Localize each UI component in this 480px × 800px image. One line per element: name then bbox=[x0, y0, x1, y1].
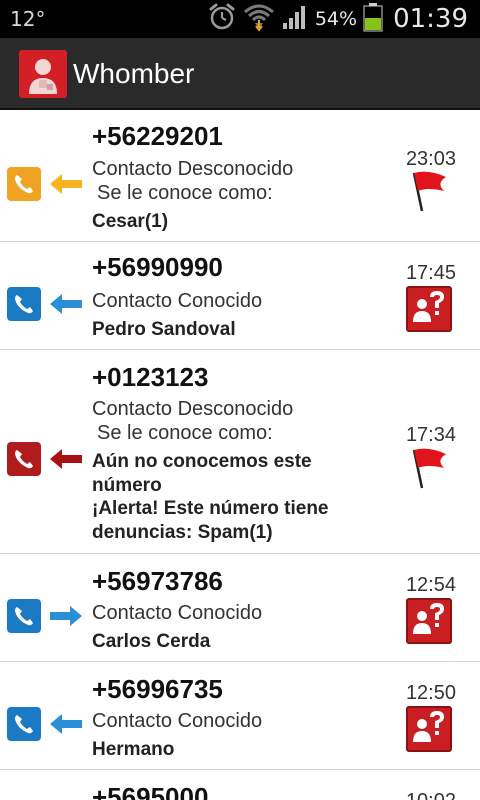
call-row[interactable]: +56990990 Contacto Conocido Pedro Sandov… bbox=[0, 242, 480, 350]
call-row[interactable]: +56973786 Contacto Conocido Carlos Cerda… bbox=[0, 554, 480, 662]
known-as-label: Se le conoce como: bbox=[97, 422, 273, 444]
wifi-icon bbox=[243, 2, 275, 37]
report-flag-icon[interactable] bbox=[408, 446, 450, 490]
spam-alert: ¡Alerta! Este número tiene bbox=[92, 498, 329, 519]
call-log-list[interactable]: +56229201 Contacto Desconocido Se le con… bbox=[0, 111, 480, 800]
outgoing-arrow-icon bbox=[48, 604, 84, 628]
call-row[interactable]: +56996735 Contacto Conocido Hermano 12:5… bbox=[0, 662, 480, 770]
incoming-arrow-icon bbox=[48, 172, 84, 196]
contact-status: Contacto Conocido bbox=[92, 290, 263, 312]
report-flag-icon[interactable] bbox=[408, 169, 450, 213]
call-row[interactable]: +0123123 Contacto Desconocido Se le cono… bbox=[0, 350, 480, 554]
spam-alert-cont: denuncias: Spam(1) bbox=[92, 522, 273, 543]
call-time: 17:45 bbox=[405, 262, 456, 284]
incoming-call-blue-icon bbox=[7, 707, 41, 741]
weather-temperature: 12° bbox=[10, 7, 46, 31]
app-title: Whomber bbox=[73, 58, 195, 89]
call-time: 17:34 bbox=[405, 424, 456, 446]
call-time: 12:54 bbox=[405, 574, 456, 596]
outgoing-call-blue-icon bbox=[7, 599, 41, 633]
incoming-call-orange-icon bbox=[7, 167, 41, 201]
unknown-person-icon[interactable] bbox=[406, 286, 452, 332]
unknown-person-icon[interactable] bbox=[406, 598, 452, 644]
call-time: 12:50 bbox=[405, 682, 456, 704]
incoming-arrow-icon bbox=[48, 447, 84, 471]
contact-status: Contacto Desconocido bbox=[92, 398, 294, 420]
known-as-name: Aún no conocemos este bbox=[92, 451, 312, 472]
alarm-clock-icon bbox=[207, 2, 237, 37]
unknown-person-icon[interactable] bbox=[406, 706, 452, 752]
app-logo-icon[interactable] bbox=[19, 50, 67, 98]
status-clock: 01:39 bbox=[393, 4, 468, 34]
call-row[interactable]: +56229201 Contacto Desconocido Se le con… bbox=[0, 111, 480, 242]
status-bar: 12° 54% 01:39 bbox=[0, 0, 480, 38]
incoming-call-blue-icon bbox=[7, 287, 41, 321]
phone-number: +5695000 bbox=[92, 782, 209, 800]
incoming-arrow-icon bbox=[48, 292, 84, 316]
phone-number: +56990990 bbox=[92, 252, 223, 282]
status-icons: 54% 01:39 bbox=[207, 2, 468, 36]
battery-percent: 54% bbox=[314, 8, 358, 30]
incoming-arrow-icon bbox=[48, 712, 84, 736]
contact-name: Pedro Sandoval bbox=[92, 319, 236, 340]
known-as-name-cont: número bbox=[92, 475, 162, 496]
known-as-label: Se le conoce como: bbox=[97, 182, 273, 204]
contact-name: Hermano bbox=[92, 739, 175, 760]
contact-name: Carlos Cerda bbox=[92, 631, 211, 652]
missed-call-red-icon bbox=[7, 442, 41, 476]
phone-number: +56996735 bbox=[92, 674, 223, 704]
contact-status: Contacto Conocido bbox=[92, 602, 263, 624]
call-row[interactable]: +5695000 10:02 bbox=[0, 770, 480, 800]
contact-status: Contacto Conocido bbox=[92, 710, 263, 732]
phone-number: +56229201 bbox=[92, 121, 223, 151]
action-bar: Whomber bbox=[0, 38, 480, 110]
battery-icon bbox=[363, 2, 383, 37]
call-time: 23:03 bbox=[405, 148, 456, 170]
known-as-name: Cesar(1) bbox=[92, 211, 169, 232]
phone-number: +0123123 bbox=[92, 362, 209, 392]
signal-strength-icon bbox=[281, 3, 309, 36]
contact-status: Contacto Desconocido bbox=[92, 158, 294, 180]
phone-number: +56973786 bbox=[92, 566, 223, 596]
call-time: 10:02 bbox=[406, 790, 456, 800]
